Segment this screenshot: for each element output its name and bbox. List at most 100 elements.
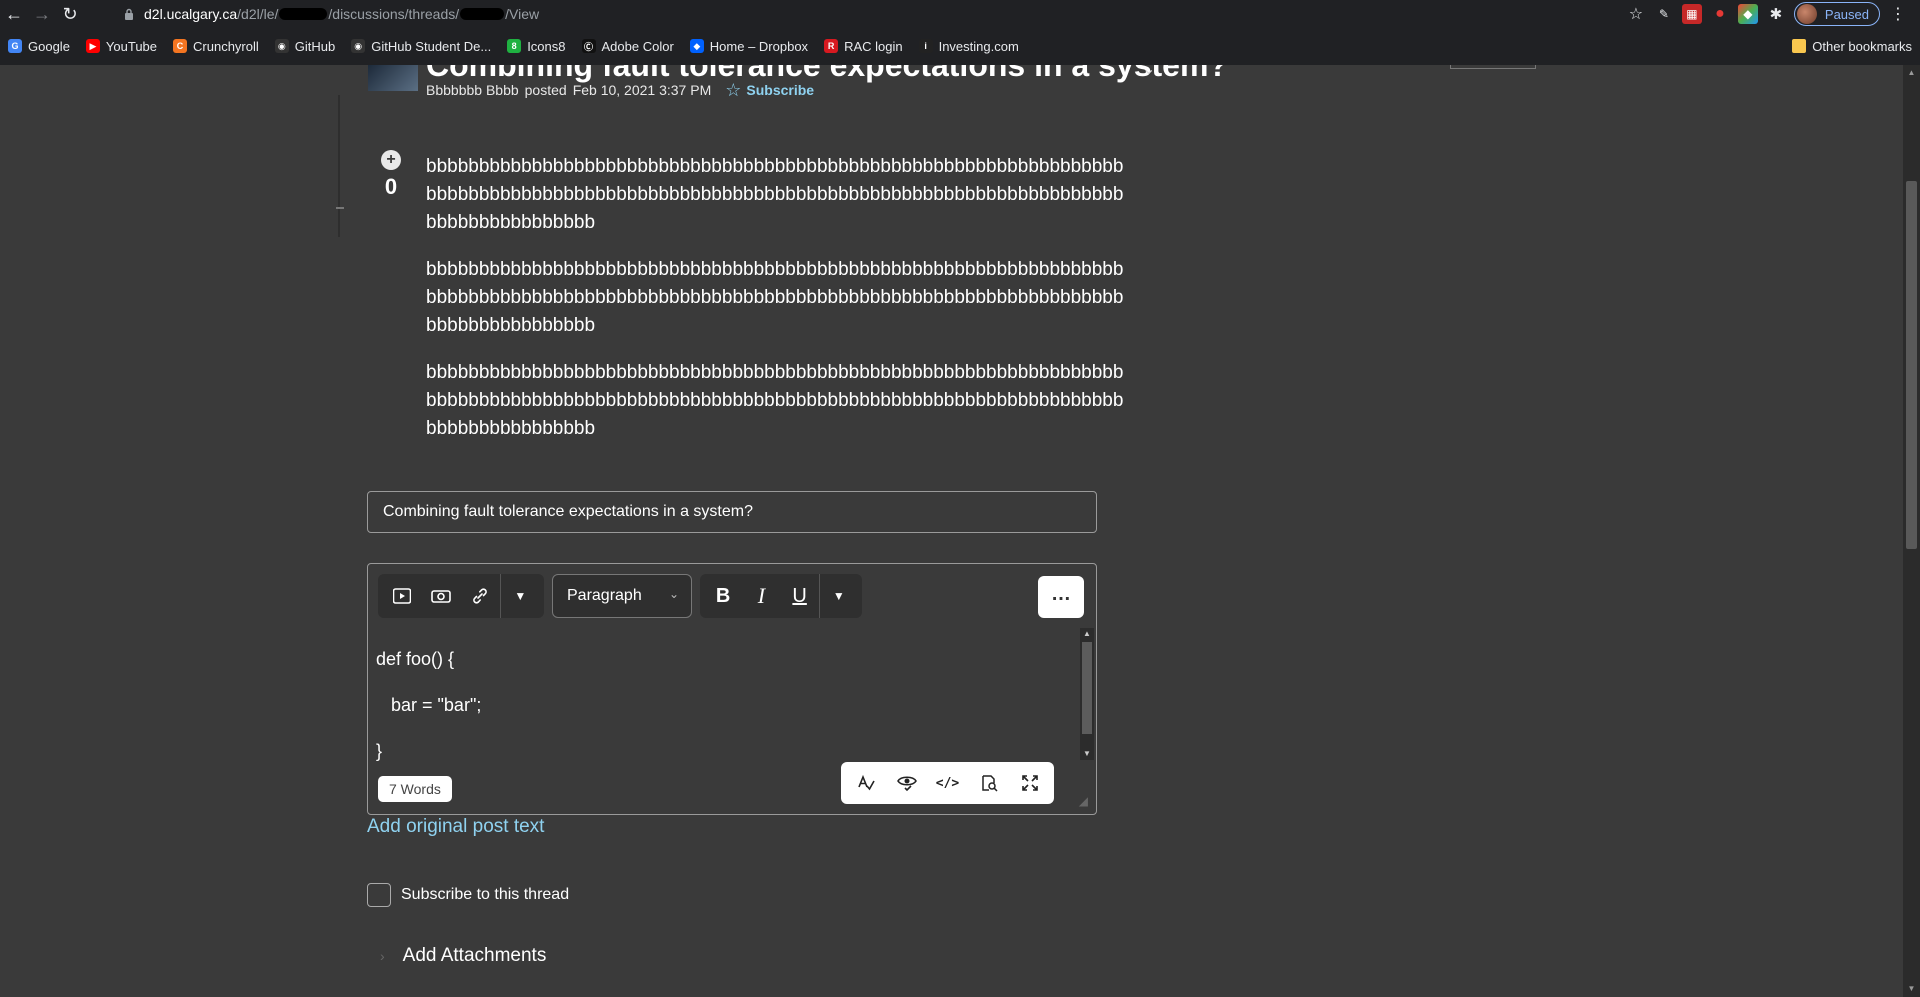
adobe-color-icon: Ⓒ [581, 39, 596, 53]
bookmark-label: GitHub [294, 38, 336, 54]
star-bookmark-icon[interactable]: ☆ [1626, 4, 1646, 24]
bookmark-item[interactable]: Ⓒ Adobe Color [574, 34, 682, 58]
bookmark-item[interactable]: R RAC login [816, 34, 911, 58]
investing-icon: i [918, 39, 933, 53]
format-select-value: Paragraph [567, 587, 642, 604]
subscribe-label: Subscribe [746, 82, 815, 98]
scroll-up-icon[interactable]: ▲ [1906, 67, 1917, 79]
add-attachments-label: Add Attachments [402, 945, 547, 966]
preview-icon[interactable] [968, 763, 1009, 803]
extension-red-icon[interactable]: ▦ [1681, 4, 1702, 24]
accessibility-check-icon[interactable] [886, 763, 927, 803]
github-icon: ◉ [274, 39, 289, 53]
code-line: def foo() { [376, 649, 455, 669]
bookmark-item[interactable]: ◆ Home – Dropbox [682, 34, 816, 58]
redacted-block [279, 8, 328, 20]
chevron-down-icon[interactable]: ⌄ [1142, 65, 1155, 79]
bookmark-label: YouTube [105, 38, 158, 54]
spellcheck-icon[interactable] [845, 763, 886, 803]
resize-handle-icon[interactable]: ◢ [1079, 794, 1088, 808]
redacted-block [460, 8, 505, 20]
underline-icon[interactable]: U [781, 576, 819, 616]
back-icon[interactable]: ← [0, 0, 28, 28]
lock-icon [122, 7, 136, 21]
url-path-2: /discussions/threads/ [328, 6, 460, 22]
add-attachments-toggle[interactable]: › Add Attachments [380, 945, 546, 967]
fullscreen-icon[interactable] [1009, 763, 1050, 803]
scroll-down-icon[interactable]: ▼ [1082, 748, 1092, 760]
italic-icon[interactable]: I [742, 576, 780, 616]
insert-stuff-icon[interactable] [421, 576, 460, 616]
editor-scroll-thumb[interactable] [1082, 642, 1092, 734]
toolbar-right: ☆ ✎ ▦ ● ◆ ✱ Paused ⋮ [1626, 0, 1920, 28]
folder-icon [1792, 39, 1807, 53]
bookmark-item[interactable]: C Crunchyroll [165, 34, 267, 58]
url-path-1: /d2l/le/ [237, 6, 279, 22]
profile-status: Paused [1824, 6, 1869, 22]
insert-video-icon[interactable] [382, 576, 421, 616]
code-line: } [376, 741, 383, 761]
profile-button[interactable]: Paused [1793, 2, 1880, 26]
extension-color-icon[interactable]: ◆ [1737, 4, 1758, 24]
page-scroll-thumb[interactable] [1906, 181, 1917, 549]
bookmark-item[interactable]: ◉ GitHub Student De... [343, 34, 499, 58]
editor-scrollbar[interactable]: ▲ ▼ [1080, 628, 1094, 760]
crunchyroll-icon: C [173, 39, 188, 53]
subject-input[interactable]: Combining fault tolerance expectations i… [367, 491, 1097, 533]
posted-label: posted [524, 82, 567, 98]
more-actions-button[interactable]: … [1038, 576, 1084, 618]
page-content: Combining fault tolerance expectations i… [0, 65, 1920, 997]
upvote-plus-icon[interactable]: + [381, 150, 401, 170]
bookmark-label: Crunchyroll [193, 38, 259, 54]
bookmark-item[interactable]: G Google [0, 34, 78, 58]
chevron-down-icon[interactable]: ▼ [820, 576, 858, 616]
extension-record-icon[interactable]: ● [1710, 4, 1730, 24]
bookmark-label: Home – Dropbox [709, 38, 809, 54]
editor-content[interactable]: def foo() { bar = "bar";} [376, 636, 481, 774]
kebab-menu-icon[interactable]: ⋮ [1888, 4, 1908, 24]
bookmark-label: GitHub Student De... [371, 38, 492, 54]
reload-icon[interactable]: ↻ [56, 0, 84, 28]
icons8-icon: 8 [507, 39, 522, 53]
scroll-up-icon[interactable]: ▲ [1082, 628, 1092, 640]
forward-icon[interactable]: → [28, 0, 56, 28]
author-name: Bbbbbbb Bbbb [426, 82, 519, 98]
header-buttons[interactable] [1450, 65, 1536, 69]
scroll-down-icon[interactable]: ▼ [1906, 983, 1917, 995]
code-line: bar = "bar"; [376, 695, 482, 715]
extension-pen-icon[interactable]: ✎ [1654, 4, 1674, 24]
post-date: Feb 10, 2021 3:37 PM [572, 82, 712, 98]
bookmark-label: Google [28, 38, 70, 54]
text-format-group: B I U ▼ [700, 574, 862, 618]
format-select[interactable]: Paragraph ⌄ [552, 574, 692, 618]
chevron-down-icon[interactable]: ▼ [501, 576, 540, 616]
source-code-icon[interactable]: </> [927, 763, 968, 803]
editor-bottom-tools: </> [841, 762, 1054, 804]
address-bar[interactable]: d2l.ucalgary.ca/d2l/le/ /discussions/thre… [108, 2, 1638, 26]
bookmark-label: RAC login [844, 38, 903, 54]
reply-editor: ▼ Paragraph ⌄ B I U ▼ … def foo() { bar … [367, 563, 1097, 815]
post-meta: Bbbbbbb Bbbb posted Feb 10, 2021 3:37 PM… [426, 80, 815, 100]
insert-link-icon[interactable] [461, 576, 500, 616]
subscribe-thread-option[interactable]: Subscribe to this thread [367, 883, 569, 907]
post-title: Combining fault tolerance expectations i… [426, 65, 1228, 83]
other-bookmarks[interactable]: Other bookmarks [1784, 34, 1920, 58]
rac-icon: R [824, 39, 839, 53]
bookmark-label: Icons8 [527, 38, 566, 54]
subscribe-link[interactable]: ☆ Subscribe [725, 80, 815, 100]
extensions-puzzle-icon[interactable]: ✱ [1766, 4, 1786, 24]
bookmark-item[interactable]: 8 Icons8 [499, 34, 573, 58]
post-body: bbbbbbbbbbbbbbbbbbbbbbbbbbbbbbbbbbbbbbbb… [426, 153, 1126, 462]
add-original-post-link[interactable]: Add original post text [367, 816, 544, 838]
bookmark-item[interactable]: i Investing.com [911, 34, 1027, 58]
author-avatar [368, 65, 418, 91]
other-bookmarks-label: Other bookmarks [1812, 38, 1912, 54]
star-icon: ☆ [725, 80, 742, 100]
other-bookmarks-wrap: Other bookmarks [1784, 34, 1920, 58]
bookmark-item[interactable]: ◉ GitHub [267, 34, 343, 58]
bookmark-item[interactable]: ▶ YouTube [78, 34, 165, 58]
dropbox-icon: ◆ [689, 39, 704, 53]
subscribe-checkbox[interactable] [367, 883, 391, 907]
bold-icon[interactable]: B [704, 576, 742, 616]
page-scrollbar[interactable]: ▲ ▼ [1903, 65, 1920, 997]
